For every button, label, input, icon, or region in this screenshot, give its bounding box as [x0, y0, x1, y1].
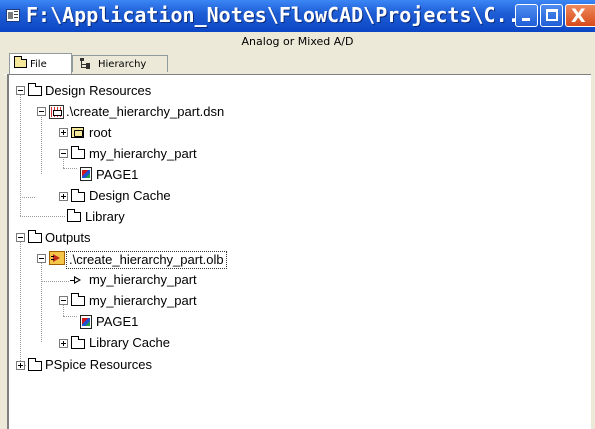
- tree-item-label: my_hierarchy_part: [89, 272, 197, 287]
- close-button[interactable]: X: [565, 4, 595, 27]
- app-icon[interactable]: [6, 9, 20, 22]
- close-icon: X: [571, 5, 586, 27]
- expand-toggle[interactable]: [59, 339, 68, 348]
- folder-icon: [14, 56, 27, 68]
- tree-item-design-resources[interactable]: Design Resources: [9, 81, 589, 101]
- tree-item-part[interactable]: my_hierarchy_part: [9, 270, 589, 290]
- project-tree[interactable]: Design Resources .\create_hierarchy_part…: [7, 74, 591, 429]
- tree-item-label: PAGE1: [96, 314, 139, 329]
- folder-icon: [71, 146, 85, 159]
- folder-icon: [71, 293, 85, 306]
- tree-item-root[interactable]: root: [9, 123, 589, 143]
- project-manager-pane: Analog or Mixed A/D File Hierarchy Desig…: [0, 32, 595, 429]
- tree-item-label: root: [89, 125, 112, 140]
- tree-item-label: .\create_hierarchy_part.olb: [66, 251, 227, 269]
- tree-item-label: Design Cache: [89, 188, 171, 203]
- root-schematic-icon: [71, 127, 84, 138]
- collapse-toggle[interactable]: [59, 149, 68, 158]
- tree-item-pspice-resources[interactable]: PSpice Resources: [9, 355, 589, 375]
- maximize-icon: [546, 9, 558, 21]
- minimize-button[interactable]: [515, 4, 538, 27]
- folder-icon: [28, 230, 42, 243]
- tree-item-label: Library Cache: [89, 335, 170, 350]
- tree-item-outputs[interactable]: Outputs: [9, 228, 589, 248]
- tree-item-label: Library: [85, 209, 125, 224]
- minimize-icon: [522, 18, 530, 21]
- tree-item-label: my_hierarchy_part: [89, 293, 197, 308]
- collapse-toggle[interactable]: [16, 86, 25, 95]
- collapse-toggle[interactable]: [37, 254, 46, 263]
- tab-bar: File Hierarchy: [4, 52, 591, 75]
- pane-title: Analog or Mixed A/D: [241, 35, 354, 48]
- collapse-toggle[interactable]: [59, 296, 68, 305]
- tree-item-label: .\create_hierarchy_part.dsn: [66, 104, 225, 119]
- tree-item-page[interactable]: PAGE1: [9, 165, 589, 185]
- hierarchy-icon: [80, 58, 92, 70]
- tree-item-label: my_hierarchy_part: [89, 146, 197, 161]
- expand-toggle[interactable]: [16, 361, 25, 370]
- collapse-toggle[interactable]: [37, 107, 46, 116]
- folder-icon: [28, 358, 42, 371]
- tree-item-label: PAGE1: [96, 167, 139, 182]
- folder-icon: [67, 209, 81, 222]
- tree-item-page[interactable]: PAGE1: [9, 312, 589, 332]
- tab-file-label: File: [30, 59, 47, 70]
- tab-file[interactable]: File: [9, 53, 72, 74]
- tree-item-label: Outputs: [45, 230, 91, 245]
- design-file-icon: [49, 105, 64, 119]
- tree-item-schematic-folder[interactable]: my_hierarchy_part: [9, 144, 589, 164]
- part-icon: [70, 276, 86, 285]
- tree-item-design-cache[interactable]: Design Cache: [9, 186, 589, 206]
- tab-hierarchy[interactable]: Hierarchy: [72, 55, 168, 72]
- folder-icon: [71, 336, 85, 349]
- tab-hierarchy-label: Hierarchy: [98, 59, 147, 70]
- expand-toggle[interactable]: [59, 192, 68, 201]
- folder-icon: [28, 83, 42, 96]
- tree-item-library-file[interactable]: .\create_hierarchy_part.olb: [9, 249, 589, 269]
- library-file-icon: [49, 251, 65, 265]
- tree-item-label: Design Resources: [45, 83, 152, 98]
- expand-toggle[interactable]: [59, 128, 68, 137]
- folder-icon: [71, 189, 85, 202]
- tree-item-label: PSpice Resources: [45, 357, 152, 372]
- tree-item-schematic-folder[interactable]: my_hierarchy_part: [9, 291, 589, 311]
- collapse-toggle[interactable]: [16, 233, 25, 242]
- tree-item-design-file[interactable]: .\create_hierarchy_part.dsn: [9, 102, 589, 122]
- tree-item-library-cache[interactable]: Library Cache: [9, 333, 589, 353]
- schematic-page-icon: [80, 167, 92, 181]
- maximize-button[interactable]: [540, 4, 563, 27]
- schematic-page-icon: [80, 315, 92, 329]
- window-title: F:\Application_Notes\FlowCAD\Projects\C.…: [26, 3, 532, 27]
- title-bar[interactable]: F:\Application_Notes\FlowCAD\Projects\C.…: [0, 0, 595, 32]
- tree-item-library[interactable]: Library: [9, 207, 589, 227]
